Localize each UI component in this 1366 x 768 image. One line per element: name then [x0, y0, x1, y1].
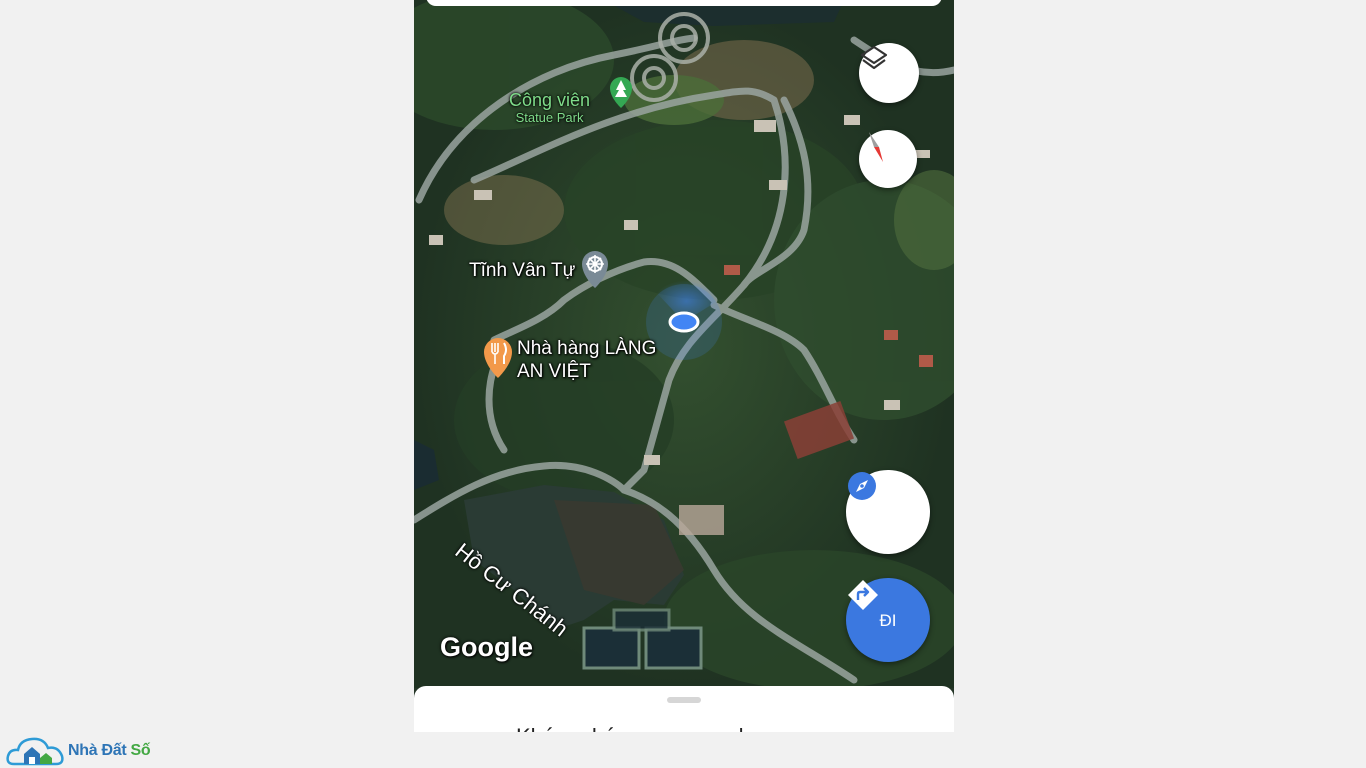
place-label-restaurant[interactable]: Nhà hàng LÀNG AN VIỆT: [517, 337, 656, 383]
cloud-house-icon: [6, 737, 64, 765]
sheet-title: Khám phá ... ung quanh: [516, 724, 751, 732]
compass-needle-icon: [869, 132, 883, 162]
directions-button[interactable]: ĐI: [846, 578, 930, 662]
watermark-text: Nhà Đất Số: [68, 741, 151, 759]
place-label-tinh-van-tu[interactable]: Tĩnh Vân Tự: [469, 259, 575, 282]
bottom-sheet[interactable]: Khám phá ... ung quanh: [414, 686, 954, 732]
watermark-logo: Nhà Đất Số: [6, 733, 151, 768]
layers-icon: [860, 45, 888, 70]
compass-button[interactable]: [859, 130, 917, 188]
sheet-drag-handle[interactable]: [667, 697, 701, 703]
phone-screen: Công viên Statue Park Tĩnh Vân Tự Nhà hà…: [414, 0, 954, 732]
place-label-statue-park[interactable]: Công viên Statue Park: [509, 90, 590, 126]
location-dot-icon: [668, 311, 700, 333]
search-bar-edge[interactable]: [426, 0, 942, 6]
directions-icon: [848, 580, 878, 610]
explore-icon: [848, 472, 876, 500]
explore-button[interactable]: [846, 470, 930, 554]
my-location: [646, 280, 722, 360]
google-logo: Google: [440, 632, 533, 662]
layers-button[interactable]: [859, 43, 919, 103]
directions-label: ĐI: [879, 611, 897, 630]
satellite-map[interactable]: Công viên Statue Park Tĩnh Vân Tự Nhà hà…: [414, 0, 954, 688]
